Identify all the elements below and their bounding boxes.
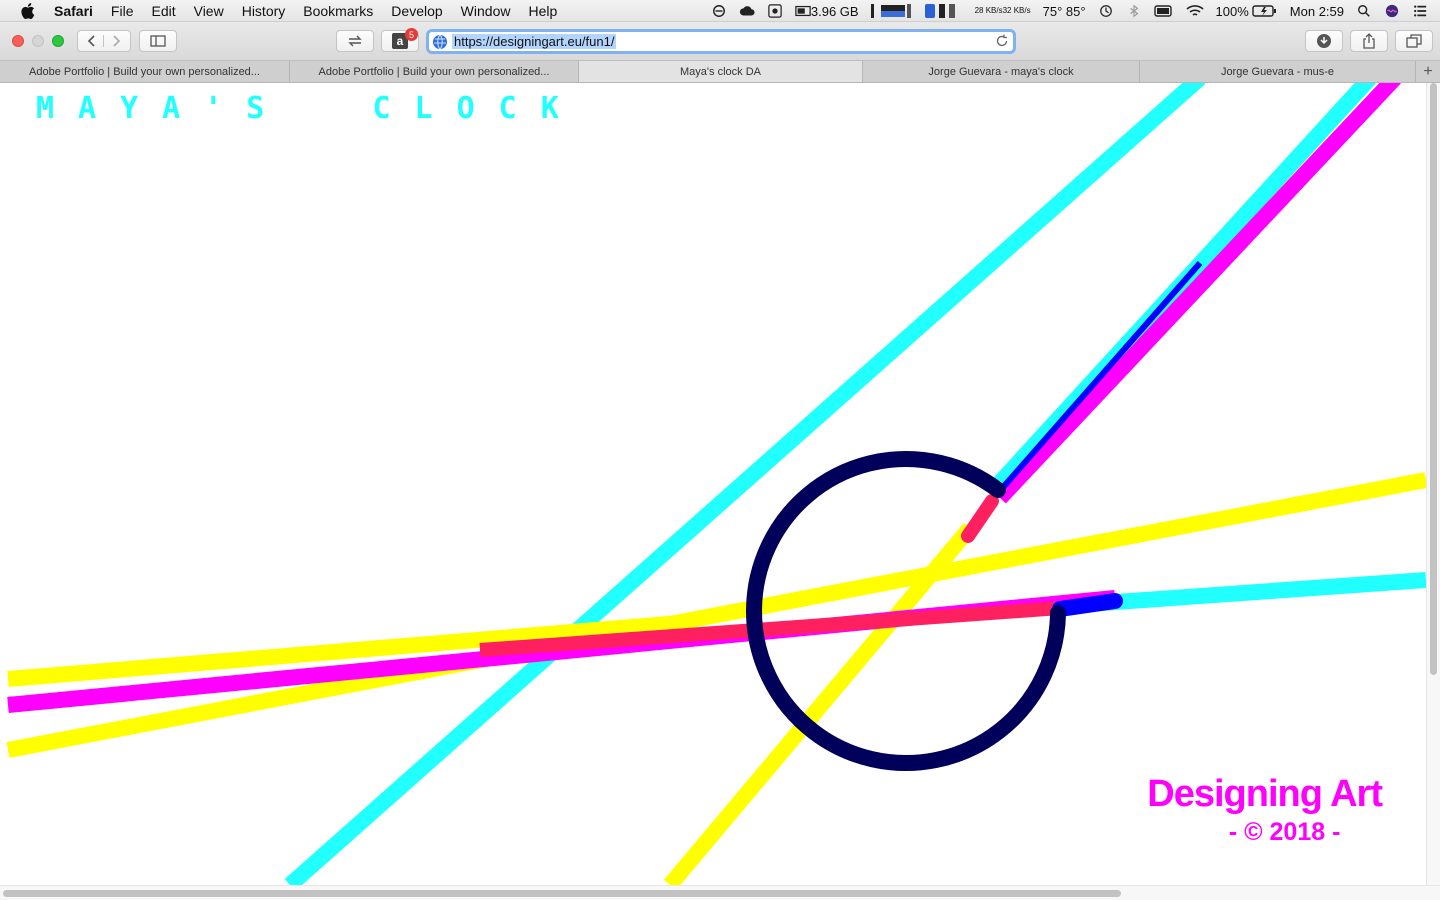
web-page: MAYA'S CLOCK Designing Art - © 2018 -: [0, 83, 1426, 885]
minimize-window-button[interactable]: [32, 35, 44, 47]
menu-bar: Safari File Edit View History Bookmarks …: [0, 0, 1440, 22]
arrows-swap-icon: [348, 35, 362, 47]
tab-mayas-clock-da[interactable]: Maya's clock DA: [579, 61, 863, 82]
temperature-readout[interactable]: 75° 85°: [1043, 4, 1086, 19]
chevron-right-icon: [113, 35, 121, 47]
spotlight-search-icon[interactable]: [1356, 4, 1372, 18]
menu-history[interactable]: History: [242, 3, 286, 19]
status-area: 3.96 GB 28 KB/s 32 KB/s 75° 85° 100% Mon…: [711, 0, 1440, 22]
menu-window[interactable]: Window: [461, 3, 511, 19]
brand-signature: Designing Art - © 2018 -: [1147, 773, 1383, 847]
browser-toolbar: a 5 https://designingart.eu/fun1/: [0, 22, 1440, 60]
address-bar[interactable]: https://designingart.eu/fun1/: [426, 29, 1016, 54]
menu-bookmarks[interactable]: Bookmarks: [303, 3, 373, 19]
sidebar-toggle-button[interactable]: [139, 30, 177, 52]
clock-artwork: [6, 83, 1426, 885]
tab-bar: Adobe Portfolio | Build your own persona…: [0, 60, 1440, 83]
net-down: 32 KB/s: [1002, 6, 1031, 15]
no-entry-icon[interactable]: [711, 4, 727, 18]
switch-tabs-button[interactable]: [336, 30, 374, 52]
disk-graph-icon[interactable]: [923, 3, 963, 19]
creative-cloud-icon[interactable]: [739, 4, 755, 18]
back-button[interactable]: [78, 35, 104, 47]
clock[interactable]: Mon 2:59: [1290, 4, 1344, 19]
memory-value: 3.96 GB: [810, 3, 859, 19]
network-speed[interactable]: 28 KB/s 32 KB/s: [975, 7, 1031, 15]
zoom-window-button[interactable]: [52, 35, 64, 47]
tab-label: Jorge Guevara - maya's clock: [928, 65, 1074, 78]
vertical-scrollbar[interactable]: [1426, 83, 1440, 885]
yellow-line-long: [6, 472, 1426, 758]
tab-label: Jorge Guevara - mus-e: [1220, 65, 1335, 78]
page-title: MAYA'S CLOCK: [36, 91, 583, 126]
back-forward-buttons: [77, 30, 131, 52]
menu-develop[interactable]: Develop: [391, 3, 442, 19]
magenta-line-upper-right: [994, 83, 1401, 504]
tabs-overview-icon: [1406, 34, 1422, 48]
url-text: https://designingart.eu/fun1/: [452, 34, 617, 49]
bluetooth-icon[interactable]: [1126, 4, 1142, 18]
menu-safari[interactable]: Safari: [54, 3, 93, 19]
menu-file[interactable]: File: [111, 3, 134, 19]
apple-icon[interactable]: [18, 2, 38, 19]
wifi-icon[interactable]: [1186, 4, 1204, 18]
blue-hand-short: [1052, 593, 1123, 617]
notification-center-icon[interactable]: [1412, 4, 1428, 18]
menu-help[interactable]: Help: [528, 3, 557, 19]
battery-indicator-icon[interactable]: [1153, 4, 1174, 18]
tab-jorge-guevara-mus-e[interactable]: Jorge Guevara - mus-e: [1140, 61, 1416, 82]
tab-label: Maya's clock DA: [680, 65, 761, 78]
tab-jorge-guevara-mayas-clock[interactable]: Jorge Guevara - maya's clock: [863, 61, 1140, 82]
share-button[interactable]: [1350, 30, 1388, 52]
brand-name[interactable]: Designing Art: [1147, 773, 1383, 816]
forward-button[interactable]: [104, 35, 130, 47]
tab-adobe-portfolio-1[interactable]: Adobe Portfolio | Build your own persona…: [0, 61, 290, 82]
chevron-left-icon: [87, 35, 95, 47]
reload-icon[interactable]: [995, 34, 1009, 48]
sidebar-icon: [150, 35, 166, 47]
battery-percent: 100%: [1215, 3, 1249, 19]
downloads-button[interactable]: [1305, 30, 1343, 52]
net-up: 28 KB/s: [974, 6, 1003, 15]
memory-status[interactable]: 3.96 GB: [795, 4, 859, 19]
new-tab-button[interactable]: +: [1416, 61, 1440, 82]
cyan-line-long: [284, 83, 1206, 885]
vertical-scroll-thumb[interactable]: [1430, 83, 1437, 675]
notification-badge: 5: [405, 28, 418, 41]
menu-view[interactable]: View: [194, 3, 224, 19]
horizontal-scrollbar[interactable]: [0, 885, 1440, 900]
tab-adobe-portfolio-2[interactable]: Adobe Portfolio | Build your own persona…: [290, 61, 579, 82]
menu-edit[interactable]: Edit: [151, 3, 175, 19]
show-all-tabs-button[interactable]: [1395, 30, 1433, 52]
cpu-graph-icon[interactable]: [870, 3, 911, 19]
plus-icon: +: [1423, 62, 1433, 80]
blue-line-upper: [995, 261, 1203, 495]
siri-icon[interactable]: [1384, 4, 1400, 18]
download-icon: [1317, 34, 1331, 48]
globe-icon: [433, 34, 447, 49]
red-hand-short: [961, 494, 999, 543]
close-window-button[interactable]: [12, 35, 24, 47]
battery-status[interactable]: 100%: [1216, 4, 1278, 19]
copyright-text: - © 2018 -: [1228, 818, 1341, 846]
share-icon: [1363, 33, 1375, 49]
tab-label: Adobe Portfolio | Build your own persona…: [29, 65, 260, 78]
horizontal-scroll-thumb[interactable]: [3, 890, 1121, 897]
time-machine-icon[interactable]: [1098, 4, 1114, 18]
tab-label: Adobe Portfolio | Build your own persona…: [318, 65, 550, 78]
amazon-extension-button[interactable]: a 5: [381, 28, 419, 52]
fan-icon[interactable]: [767, 4, 783, 18]
